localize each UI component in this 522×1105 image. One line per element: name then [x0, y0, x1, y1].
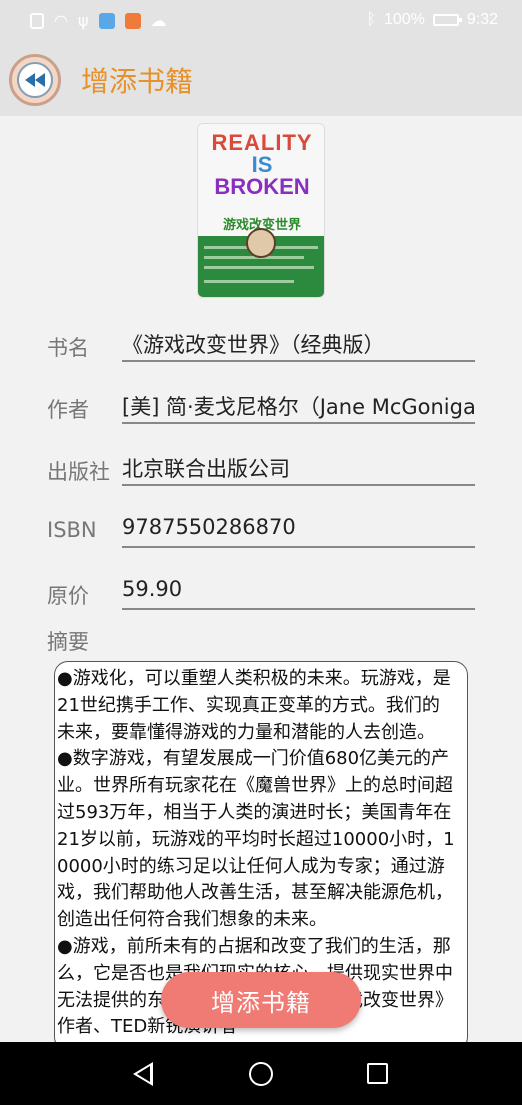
wifi-icon: ◠ — [54, 11, 68, 30]
nav-recent-apps-icon[interactable] — [367, 1063, 388, 1084]
nav-back-icon-inner — [137, 1066, 150, 1082]
cover-title-line3: BROKEN — [214, 174, 310, 199]
battery-percent: 100% — [383, 11, 425, 28]
status-bar: ◠ ψ ☁ ᛒ 100% 9:32 — [0, 0, 522, 42]
isbn-row: ISBN 9787550286870 — [0, 512, 522, 562]
cover-title-line1: REALITY — [211, 130, 313, 155]
author-label: 作者 — [47, 398, 89, 422]
app-bar: 增添书籍 — [0, 42, 522, 116]
cover-author-photo — [246, 228, 276, 258]
status-time: 9:32 — [466, 11, 498, 28]
cloud-icon: ☁ — [150, 11, 167, 30]
nav-home-icon[interactable] — [249, 1062, 273, 1086]
price-label: 原价 — [47, 584, 89, 608]
sim-icon — [30, 12, 44, 29]
title-field[interactable]: 《游戏改变世界》（经典版） — [122, 326, 475, 362]
back-button[interactable] — [9, 54, 61, 106]
price-field[interactable]: 59.90 — [122, 574, 475, 610]
publisher-field[interactable]: 北京联合出版公司 — [122, 450, 475, 486]
title-row: 书名 《游戏改变世界》（经典版） — [0, 326, 522, 376]
cover-title: REALITY IS BROKEN — [204, 132, 320, 198]
book-cover-image[interactable]: REALITY IS BROKEN 游戏改变世界 — [197, 123, 325, 298]
cover-title-line2: IS — [251, 152, 273, 177]
status-icons-right: ᛒ 100% 9:32 — [366, 11, 498, 29]
author-row: 作者 [美] 简·麦戈尼格尔（Jane McGonigal） — [0, 388, 522, 438]
price-row: 原价 59.90 — [0, 574, 522, 624]
usb-icon: ψ — [77, 11, 89, 30]
abstract-label: 摘要 — [47, 630, 89, 654]
app-icon — [98, 12, 115, 29]
add-book-button[interactable]: 增添书籍 — [161, 972, 361, 1028]
publisher-label: 出版社 — [47, 460, 110, 484]
video-app-icon — [124, 12, 141, 29]
isbn-label: ISBN — [47, 518, 97, 542]
title-label: 书名 — [47, 336, 89, 360]
battery-icon — [432, 14, 462, 26]
system-nav-bar — [0, 1042, 522, 1105]
publisher-row: 出版社 北京联合出版公司 — [0, 450, 522, 500]
status-icons-left: ◠ ψ ☁ — [30, 11, 167, 30]
bluetooth-icon: ᛒ — [366, 11, 376, 28]
page-title: 增添书籍 — [81, 65, 194, 98]
author-field[interactable]: [美] 简·麦戈尼格尔（Jane McGonigal） — [122, 388, 475, 424]
rewind-back-icon — [17, 62, 53, 98]
isbn-field[interactable]: 9787550286870 — [122, 512, 475, 548]
